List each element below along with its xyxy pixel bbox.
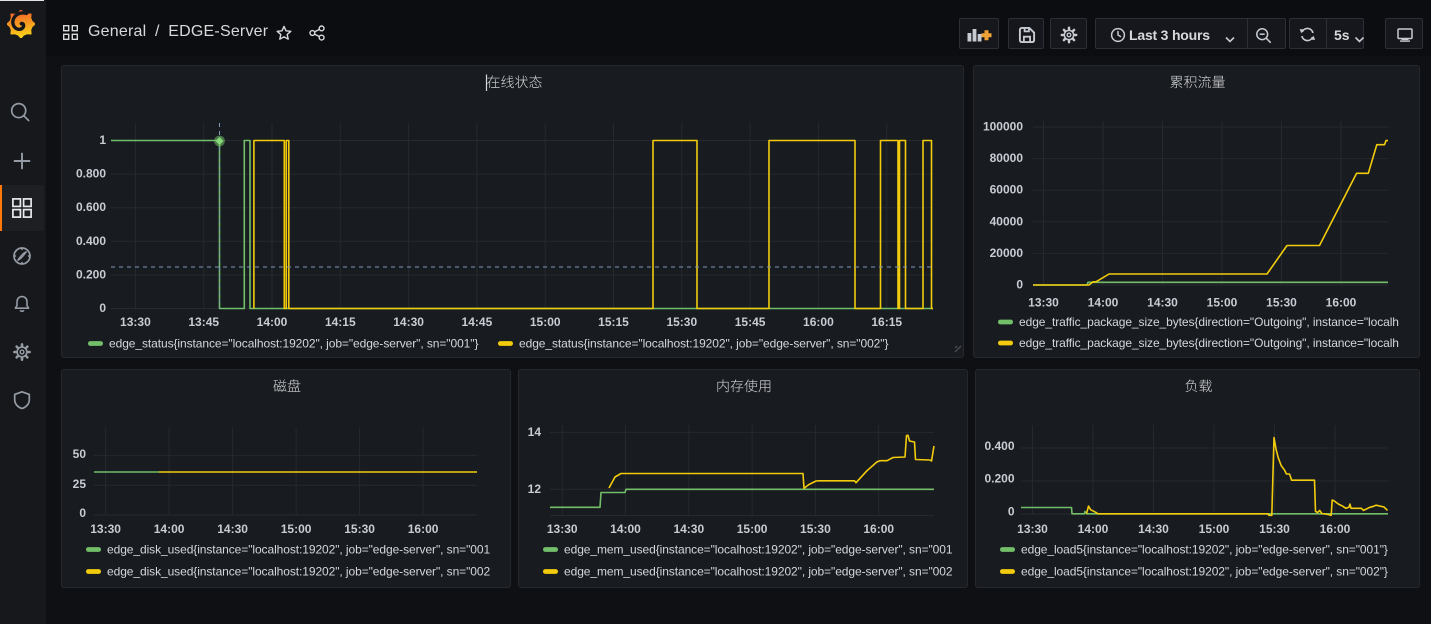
svg-text:14:30: 14:30 — [1147, 296, 1178, 310]
svg-text:edge_load5{instance="localhost: edge_load5{instance="localhost:19202", j… — [1021, 543, 1388, 557]
svg-text:0.400: 0.400 — [76, 234, 106, 248]
svg-text:14:15: 14:15 — [325, 315, 356, 329]
svg-text:14:45: 14:45 — [462, 315, 493, 329]
svg-text:edge_load5{instance="localhost: edge_load5{instance="localhost:19202", j… — [1021, 565, 1388, 579]
svg-text:0.600: 0.600 — [76, 200, 106, 214]
svg-text:15:30: 15:30 — [344, 522, 375, 536]
svg-text:15:15: 15:15 — [598, 315, 629, 329]
svg-text:15:00: 15:00 — [281, 522, 312, 536]
svg-text:16:00: 16:00 — [1320, 522, 1351, 536]
svg-text:14:00: 14:00 — [1088, 296, 1119, 310]
svg-text:15:00: 15:00 — [530, 315, 561, 329]
svg-text:15:45: 15:45 — [735, 315, 766, 329]
svg-text:13:30: 13:30 — [547, 522, 578, 536]
svg-text:14:00: 14:00 — [1078, 522, 1109, 536]
svg-text:16:00: 16:00 — [1326, 296, 1357, 310]
svg-text:0.800: 0.800 — [76, 167, 106, 181]
svg-text:13:30: 13:30 — [1028, 296, 1059, 310]
svg-text:13:30: 13:30 — [90, 522, 121, 536]
svg-text:0.400: 0.400 — [984, 439, 1014, 453]
svg-text:14:30: 14:30 — [217, 522, 248, 536]
svg-text:13:30: 13:30 — [1017, 522, 1048, 536]
svg-text:14:00: 14:00 — [257, 315, 288, 329]
svg-text:edge_status{instance="localhos: edge_status{instance="localhost:19202", … — [519, 337, 888, 351]
svg-text:edge_mem_used{instance="localh: edge_mem_used{instance="localhost:19202"… — [564, 565, 953, 579]
svg-text:40000: 40000 — [990, 214, 1024, 228]
svg-text:50: 50 — [73, 447, 87, 461]
svg-text:edge_disk_used{instance="local: edge_disk_used{instance="localhost:19202… — [107, 543, 490, 557]
svg-text:16:15: 16:15 — [871, 315, 902, 329]
svg-text:0: 0 — [1008, 505, 1015, 519]
svg-text:14: 14 — [528, 425, 542, 439]
svg-text:25: 25 — [73, 477, 87, 491]
svg-text:edge_traffic_package_size_byte: edge_traffic_package_size_bytes{directio… — [1019, 336, 1399, 350]
svg-text:edge_mem_used{instance="localh: edge_mem_used{instance="localhost:19202"… — [564, 543, 953, 557]
svg-text:0: 0 — [99, 301, 106, 315]
svg-text:15:00: 15:00 — [1199, 522, 1230, 536]
svg-text:edge_disk_used{instance="local: edge_disk_used{instance="localhost:19202… — [107, 565, 490, 579]
svg-text:0: 0 — [79, 506, 86, 520]
svg-text:0.200: 0.200 — [76, 267, 106, 281]
svg-text:60000: 60000 — [990, 183, 1024, 197]
svg-text:0: 0 — [1016, 278, 1023, 292]
svg-text:16:00: 16:00 — [803, 315, 834, 329]
svg-text:15:00: 15:00 — [1207, 296, 1238, 310]
svg-text:14:30: 14:30 — [673, 522, 704, 536]
svg-text:15:00: 15:00 — [737, 522, 768, 536]
svg-text:15:30: 15:30 — [1266, 296, 1297, 310]
svg-text:14:30: 14:30 — [1138, 522, 1169, 536]
svg-text:15:30: 15:30 — [666, 315, 697, 329]
svg-text:20000: 20000 — [990, 246, 1024, 260]
svg-text:13:30: 13:30 — [120, 315, 151, 329]
svg-text:12: 12 — [528, 482, 542, 496]
svg-text:14:00: 14:00 — [610, 522, 641, 536]
svg-text:80000: 80000 — [990, 151, 1024, 165]
svg-text:edge_status{instance="localhos: edge_status{instance="localhost:19202", … — [109, 337, 478, 351]
svg-text:14:30: 14:30 — [393, 315, 424, 329]
svg-text:15:30: 15:30 — [1259, 522, 1290, 536]
svg-text:14:00: 14:00 — [154, 522, 185, 536]
svg-text:1: 1 — [99, 133, 106, 147]
svg-text:15:30: 15:30 — [800, 522, 831, 536]
svg-text:100000: 100000 — [983, 120, 1023, 134]
svg-text:16:00: 16:00 — [863, 522, 894, 536]
svg-text:16:00: 16:00 — [408, 522, 439, 536]
svg-text:0.200: 0.200 — [984, 472, 1014, 486]
svg-text:edge_traffic_package_size_byte: edge_traffic_package_size_bytes{directio… — [1019, 315, 1399, 329]
svg-text:13:45: 13:45 — [188, 315, 219, 329]
